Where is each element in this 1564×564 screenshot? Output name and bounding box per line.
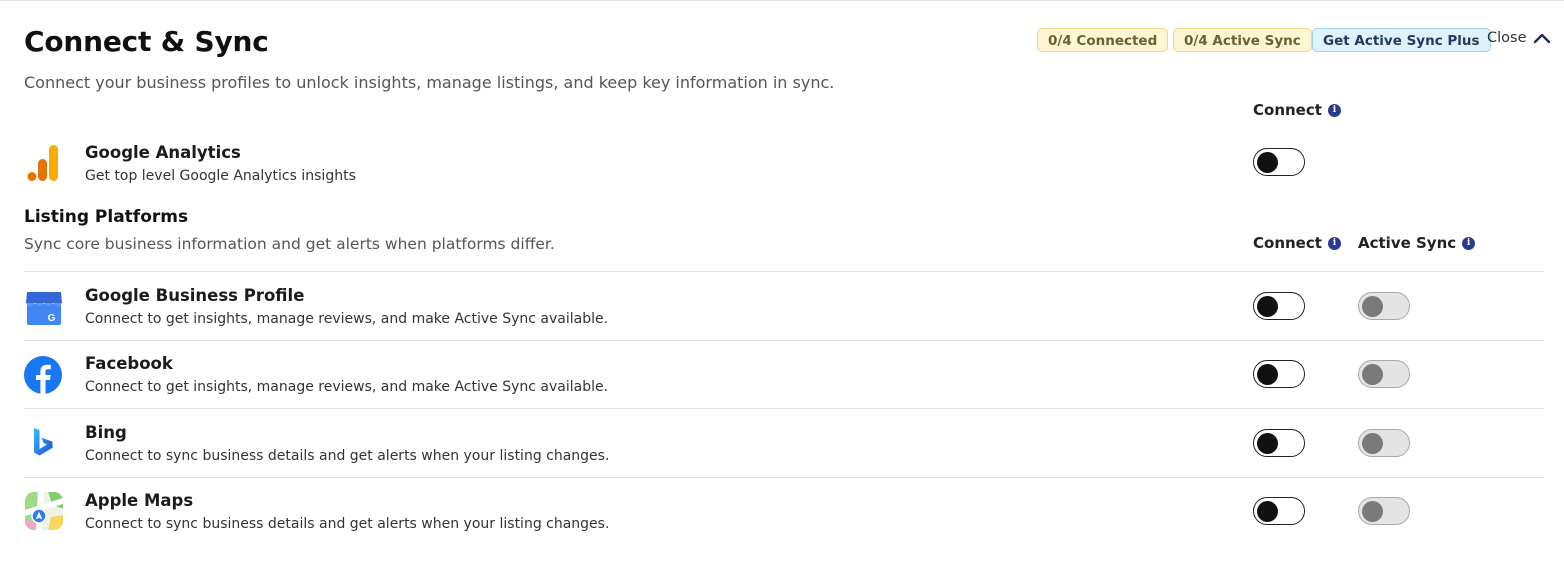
divider	[24, 271, 1544, 272]
close-button[interactable]: Close	[1487, 30, 1551, 46]
apple-maps-active-sync-toggle[interactable]	[1358, 497, 1410, 525]
active-sync-header-label: Active Sync	[1358, 234, 1457, 252]
list-item-name: Facebook	[85, 354, 173, 373]
page-subtitle: Connect your business profiles to unlock…	[24, 73, 835, 92]
info-icon[interactable]: i	[1327, 103, 1341, 117]
facebook-connect-toggle[interactable]	[1253, 360, 1305, 388]
divider	[24, 477, 1544, 478]
analytics-connect-header: Connect i	[1253, 101, 1341, 119]
google-business-profile-active-sync-toggle[interactable]	[1358, 292, 1410, 320]
svg-text:G: G	[48, 313, 56, 324]
divider	[24, 408, 1544, 409]
listing-platforms-subtitle: Sync core business information and get a…	[24, 235, 555, 253]
listing-connect-header: Connect i	[1253, 234, 1341, 252]
google-business-profile-connect-toggle[interactable]	[1253, 292, 1305, 320]
get-active-sync-plus-button[interactable]: Get Active Sync Plus	[1312, 28, 1491, 52]
google-analytics-icon	[24, 143, 64, 183]
active-sync-count-badge: 0/4 Active Sync	[1173, 28, 1312, 52]
info-icon[interactable]: i	[1327, 236, 1341, 250]
connected-count-badge: 0/4 Connected	[1037, 28, 1169, 52]
info-icon[interactable]: i	[1462, 236, 1476, 250]
apple-maps-connect-toggle[interactable]	[1253, 497, 1305, 525]
google-analytics-desc: Get top level Google Analytics insights	[85, 168, 356, 184]
list-item-name: Google Business Profile	[85, 286, 305, 305]
connect-header-label: Connect	[1253, 234, 1322, 252]
bing-icon	[24, 423, 64, 463]
listing-platforms-title: Listing Platforms	[24, 207, 189, 227]
facebook-icon	[23, 355, 63, 395]
list-item-desc: Connect to sync business details and get…	[85, 448, 610, 464]
connect-header-label: Connect	[1253, 101, 1322, 119]
bing-active-sync-toggle[interactable]	[1358, 429, 1410, 457]
apple-maps-icon	[24, 491, 64, 531]
close-label: Close	[1487, 30, 1527, 46]
facebook-active-sync-toggle[interactable]	[1358, 360, 1410, 388]
google-business-profile-icon: G	[24, 288, 64, 328]
list-item-desc: Connect to get insights, manage reviews,…	[85, 311, 609, 327]
list-item-desc: Connect to get insights, manage reviews,…	[85, 379, 609, 395]
chevron-up-icon	[1533, 33, 1550, 44]
list-item-desc: Connect to sync business details and get…	[85, 516, 610, 532]
page-title: Connect & Sync	[24, 25, 269, 58]
google-analytics-name: Google Analytics	[85, 143, 241, 162]
google-analytics-connect-toggle[interactable]	[1253, 148, 1305, 176]
bing-connect-toggle[interactable]	[1253, 429, 1305, 457]
list-item-name: Apple Maps	[85, 491, 194, 510]
list-item-name: Bing	[85, 423, 127, 442]
listing-active-sync-header: Active Sync i	[1358, 234, 1476, 252]
divider	[24, 340, 1544, 341]
